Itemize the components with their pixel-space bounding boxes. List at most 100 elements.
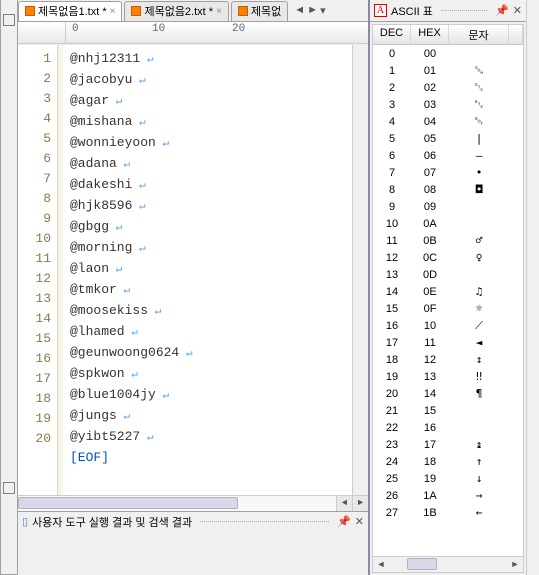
- text-line: @gbgg ↵: [70, 217, 348, 238]
- ascii-row[interactable]: 140E♫: [373, 283, 523, 300]
- col-header-hex[interactable]: HEX: [411, 25, 449, 44]
- cell-dec: 13: [373, 269, 411, 281]
- close-icon[interactable]: ✕: [355, 515, 364, 528]
- tab-1[interactable]: 제목없음1.txt * ×: [18, 1, 122, 21]
- text-line: @agar ↵: [70, 91, 348, 112]
- cell-dec: 10: [373, 218, 411, 230]
- ascii-rows[interactable]: 000101␁202␂303␃404␄505|606–707•808◘90910…: [373, 45, 523, 521]
- text-line: @yibt5227 ↵: [70, 427, 348, 448]
- cell-chr: ↑: [449, 455, 509, 468]
- cell-dec: 9: [373, 201, 411, 213]
- cell-chr: ↕: [449, 353, 509, 366]
- ascii-row[interactable]: 2418↑: [373, 453, 523, 470]
- cell-hex: 14: [411, 388, 449, 400]
- cell-dec: 27: [373, 507, 411, 519]
- ascii-row[interactable]: 100A: [373, 215, 523, 232]
- ascii-row[interactable]: 120C♀: [373, 249, 523, 266]
- ruler-tick: 10: [152, 23, 165, 35]
- cell-hex: 02: [411, 82, 449, 94]
- cell-chr: ␃: [449, 98, 509, 112]
- ascii-row[interactable]: 110B♂: [373, 232, 523, 249]
- ascii-icon: A: [374, 4, 387, 17]
- scroll-right-icon[interactable]: ►: [507, 557, 523, 572]
- ascii-row[interactable]: 000: [373, 45, 523, 62]
- tab-3[interactable]: 제목없: [231, 1, 288, 21]
- ascii-row[interactable]: 303␃: [373, 96, 523, 113]
- scroll-left-icon[interactable]: ◄: [336, 496, 352, 511]
- scroll-right-icon[interactable]: ►: [352, 496, 368, 511]
- scroll-left-icon[interactable]: ◄: [373, 557, 389, 572]
- cell-dec: 18: [373, 354, 411, 366]
- ascii-row[interactable]: 101␁: [373, 62, 523, 79]
- cell-dec: 15: [373, 303, 411, 315]
- cell-chr: •: [449, 166, 509, 179]
- cell-chr: ♀: [449, 251, 509, 264]
- text-area[interactable]: @nhj12311 ↵@jacobyu ↵@agar ↵@mishana ↵@w…: [66, 45, 352, 495]
- cell-dec: 5: [373, 133, 411, 145]
- tab-scroll-right-icon[interactable]: ►: [307, 4, 318, 17]
- vertical-scrollbar[interactable]: [352, 45, 368, 495]
- cell-hex: 0A: [411, 218, 449, 230]
- ascii-row[interactable]: 505|: [373, 130, 523, 147]
- line-numbers: 1234567891011121314151617181920: [18, 45, 58, 495]
- text-line: @wonnieyoon ↵: [70, 133, 348, 154]
- tab-dropdown-icon[interactable]: ▾: [320, 4, 326, 17]
- ascii-row[interactable]: 2115: [373, 402, 523, 419]
- cell-chr: ♂: [449, 234, 509, 247]
- tab-label: 제목없: [251, 3, 281, 19]
- sidebar-tab-bottom[interactable]: [3, 482, 15, 494]
- text-line: @morning ↵: [70, 238, 348, 259]
- text-line: @spkwon ↵: [70, 364, 348, 385]
- ascii-row[interactable]: 202␂: [373, 79, 523, 96]
- cell-chr: –: [449, 149, 509, 162]
- ascii-row[interactable]: 909: [373, 198, 523, 215]
- ascii-row[interactable]: 404␄: [373, 113, 523, 130]
- ascii-row[interactable]: 1812↕: [373, 351, 523, 368]
- col-header-chr[interactable]: 문자: [449, 25, 509, 44]
- cell-hex: 15: [411, 405, 449, 417]
- scroll-thumb[interactable]: [407, 558, 437, 570]
- cell-dec: 14: [373, 286, 411, 298]
- ascii-horizontal-scrollbar[interactable]: ◄ ►: [373, 556, 523, 572]
- file-icon: [238, 6, 248, 16]
- text-line: @mishana ↵: [70, 112, 348, 133]
- ascii-row[interactable]: 707•: [373, 164, 523, 181]
- cell-hex: 0E: [411, 286, 449, 298]
- cell-chr: ♫: [449, 285, 509, 298]
- pin-icon[interactable]: 📌: [337, 515, 351, 528]
- cell-chr: ‼: [449, 370, 509, 383]
- scroll-thumb[interactable]: [18, 497, 238, 509]
- col-header-dec[interactable]: DEC: [373, 25, 411, 44]
- tab-2[interactable]: 제목없음2.txt * ×: [124, 1, 228, 21]
- ascii-row[interactable]: 2317↨: [373, 436, 523, 453]
- ascii-row[interactable]: 261A→: [373, 487, 523, 504]
- cell-dec: 1: [373, 65, 411, 77]
- ascii-row[interactable]: 808◘: [373, 181, 523, 198]
- close-icon[interactable]: ×: [216, 6, 222, 17]
- ruler-tick: 20: [232, 23, 245, 35]
- ascii-row[interactable]: 1913‼: [373, 368, 523, 385]
- horizontal-scrollbar[interactable]: ◄ ►: [18, 495, 368, 511]
- ascii-row[interactable]: 150F☼: [373, 300, 523, 317]
- ascii-row[interactable]: 130D: [373, 266, 523, 283]
- ascii-row[interactable]: 271B←: [373, 504, 523, 521]
- ascii-table: DEC HEX 문자 000101␁202␂303␃404␄505|606–70…: [372, 24, 524, 573]
- ascii-row[interactable]: 2216: [373, 419, 523, 436]
- ascii-row[interactable]: 2519↓: [373, 470, 523, 487]
- cell-chr: ␁: [449, 64, 509, 78]
- editor-body[interactable]: 1234567891011121314151617181920 @nhj1231…: [18, 44, 368, 495]
- cell-dec: 0: [373, 48, 411, 60]
- cell-chr: |: [449, 132, 509, 145]
- pin-icon[interactable]: 📌: [495, 4, 509, 17]
- tab-scroll-left-icon[interactable]: ◄: [294, 4, 305, 17]
- text-line: @jungs ↵: [70, 406, 348, 427]
- ascii-row[interactable]: 1711◄: [373, 334, 523, 351]
- ascii-row[interactable]: 2014¶: [373, 385, 523, 402]
- text-line: @blue1004jy ↵: [70, 385, 348, 406]
- close-icon[interactable]: ✕: [513, 4, 522, 17]
- sidebar-tab-top[interactable]: [3, 14, 15, 26]
- ascii-table-header[interactable]: DEC HEX 문자: [373, 25, 523, 45]
- ascii-row[interactable]: 606–: [373, 147, 523, 164]
- close-icon[interactable]: ×: [110, 6, 116, 17]
- ascii-row[interactable]: 1610⟋: [373, 317, 523, 334]
